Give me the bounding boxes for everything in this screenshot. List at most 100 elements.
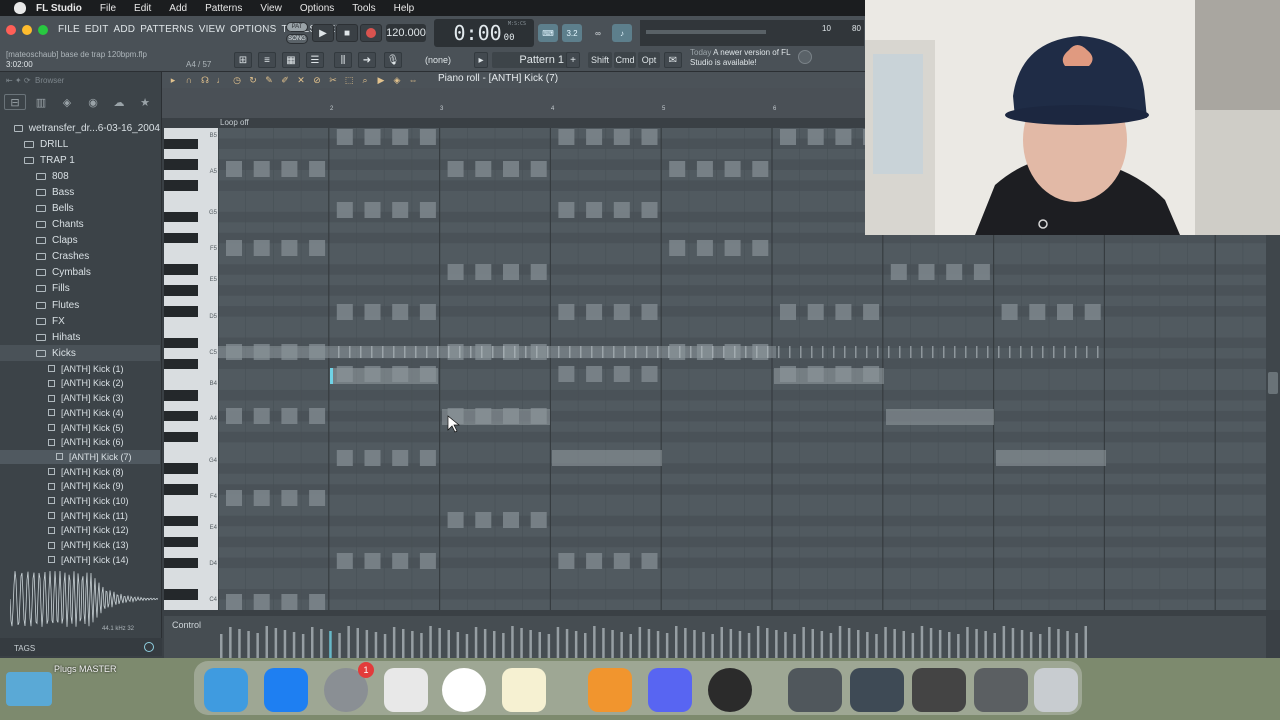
velocity-bar[interactable] bbox=[948, 632, 951, 658]
brush-icon[interactable]: ✐ bbox=[280, 75, 290, 85]
note[interactable] bbox=[226, 408, 242, 424]
velocity-bar[interactable] bbox=[1075, 633, 1078, 658]
note[interactable] bbox=[752, 161, 769, 177]
note[interactable] bbox=[503, 512, 519, 528]
velocity-bar[interactable] bbox=[265, 626, 269, 658]
discord-icon[interactable] bbox=[648, 668, 692, 712]
velocity-bar[interactable] bbox=[565, 629, 569, 658]
note[interactable] bbox=[309, 240, 326, 256]
note[interactable] bbox=[807, 304, 824, 320]
note[interactable] bbox=[392, 202, 409, 218]
opt-key[interactable]: Opt bbox=[638, 52, 660, 68]
note[interactable] bbox=[253, 161, 270, 177]
menu-view[interactable]: View bbox=[260, 3, 282, 14]
velocity-bar[interactable] bbox=[829, 633, 833, 658]
scroll-thumb[interactable] bbox=[1268, 372, 1278, 394]
velocity-bar[interactable] bbox=[1048, 627, 1051, 658]
velocity-bar[interactable] bbox=[283, 630, 287, 658]
loop-status[interactable]: Loop off bbox=[218, 117, 249, 127]
tree-sample[interactable]: [ANTH] Kick (10) bbox=[0, 494, 160, 509]
browser-plugin-icon[interactable]: ◈ bbox=[56, 94, 78, 110]
black-key[interactable] bbox=[164, 589, 198, 600]
note[interactable] bbox=[336, 304, 353, 320]
velocity-bar[interactable] bbox=[411, 631, 414, 658]
velocity-bar[interactable] bbox=[775, 630, 778, 658]
note[interactable] bbox=[226, 161, 242, 177]
note[interactable] bbox=[281, 240, 298, 256]
velocity-bar[interactable] bbox=[702, 632, 705, 658]
tree-folder[interactable]: Fills bbox=[0, 281, 160, 297]
note[interactable] bbox=[364, 202, 381, 218]
browser-favorites-icon[interactable]: ★ bbox=[134, 94, 156, 110]
chevron-left-right-icon[interactable]: ⇔ bbox=[408, 75, 418, 85]
menu-patterns[interactable]: Patterns bbox=[205, 3, 242, 14]
velocity-bar[interactable] bbox=[938, 630, 942, 658]
note[interactable] bbox=[641, 202, 658, 218]
note[interactable] bbox=[336, 553, 353, 569]
velocity-bar[interactable] bbox=[784, 632, 787, 658]
velocity-bar[interactable] bbox=[256, 633, 259, 658]
tree-sample[interactable]: [ANTH] Kick (1) bbox=[0, 361, 160, 376]
note[interactable] bbox=[226, 594, 242, 610]
note[interactable] bbox=[419, 304, 436, 320]
note[interactable] bbox=[586, 202, 603, 218]
note[interactable] bbox=[886, 409, 994, 425]
note[interactable] bbox=[364, 450, 381, 466]
minimized-window-4[interactable] bbox=[974, 668, 1028, 712]
black-key[interactable] bbox=[164, 410, 198, 422]
note[interactable] bbox=[780, 129, 796, 145]
velocity-bar[interactable] bbox=[875, 634, 878, 658]
blend-icon[interactable]: ∞ bbox=[588, 24, 608, 42]
velocity-bar[interactable] bbox=[356, 628, 360, 658]
countdown-icon[interactable]: 3.2 bbox=[562, 24, 582, 42]
velocity-bar[interactable] bbox=[793, 634, 796, 658]
select-icon[interactable]: ⬚ bbox=[344, 75, 354, 85]
playback-icon[interactable]: ▶ bbox=[376, 75, 386, 85]
velocity-bar[interactable] bbox=[920, 626, 924, 658]
note[interactable] bbox=[641, 366, 658, 382]
black-key[interactable] bbox=[164, 515, 198, 527]
note[interactable] bbox=[442, 409, 550, 425]
note[interactable] bbox=[364, 553, 381, 569]
velocity-bar[interactable] bbox=[1057, 629, 1060, 658]
velocity-bar[interactable] bbox=[738, 631, 742, 658]
black-key[interactable] bbox=[164, 264, 198, 275]
note[interactable] bbox=[1029, 304, 1046, 320]
velocity-bar[interactable] bbox=[347, 626, 350, 658]
note[interactable] bbox=[364, 304, 381, 320]
note[interactable] bbox=[530, 161, 547, 177]
velocity-bar[interactable] bbox=[365, 630, 369, 658]
shift-key[interactable]: Shift bbox=[588, 52, 612, 68]
step-icon[interactable]: ♩ bbox=[216, 75, 226, 85]
tree-sample[interactable]: [ANTH] Kick (6) bbox=[0, 435, 160, 450]
note[interactable] bbox=[281, 161, 298, 177]
note[interactable] bbox=[392, 553, 409, 569]
tree-sample[interactable]: [ANTH] Kick (12) bbox=[0, 523, 160, 538]
tree-folder[interactable]: Bells bbox=[0, 200, 160, 216]
minimized-window-3[interactable] bbox=[912, 668, 966, 712]
minimized-window-2[interactable] bbox=[850, 668, 904, 712]
velocity-bar[interactable] bbox=[311, 627, 314, 658]
pat-mode-toggle[interactable]: PAT bbox=[286, 22, 308, 32]
velocity-bar[interactable] bbox=[611, 630, 614, 658]
velocity-bar[interactable] bbox=[866, 632, 869, 658]
velocity-bar[interactable] bbox=[1084, 626, 1088, 658]
black-key[interactable] bbox=[164, 463, 198, 474]
velocity-bar[interactable] bbox=[520, 628, 523, 658]
note[interactable] bbox=[890, 264, 907, 280]
black-key[interactable] bbox=[164, 536, 198, 548]
update-icon[interactable] bbox=[798, 50, 812, 64]
note[interactable] bbox=[419, 450, 436, 466]
note[interactable] bbox=[218, 346, 776, 358]
velocity-bar[interactable] bbox=[420, 633, 423, 658]
velocity-bar[interactable] bbox=[1029, 632, 1033, 658]
record-button[interactable] bbox=[360, 24, 382, 42]
delete-icon[interactable]: ✕ bbox=[296, 75, 306, 85]
velocity-bar[interactable] bbox=[247, 631, 250, 658]
note[interactable] bbox=[946, 264, 963, 280]
fl-menu-edit[interactable]: EDIT bbox=[85, 24, 109, 35]
velocity-bar[interactable] bbox=[884, 627, 887, 658]
playlist-icon[interactable]: ≡ bbox=[258, 52, 276, 68]
velocity-bar[interactable] bbox=[929, 628, 933, 658]
black-key[interactable] bbox=[164, 138, 198, 149]
